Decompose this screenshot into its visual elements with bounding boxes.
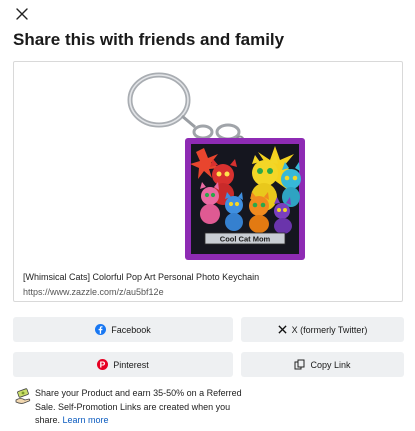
copy-link-icon <box>294 359 305 370</box>
svg-text:P: P <box>100 360 106 370</box>
product-image: Cool Cat Mom <box>127 72 305 260</box>
keychain-caption: Cool Cat Mom <box>220 235 271 244</box>
share-facebook-button[interactable]: Facebook <box>13 317 233 342</box>
x-icon <box>278 325 287 334</box>
dialog-title: Share this with friends and family <box>13 30 285 49</box>
x-label: X (formerly Twitter) <box>291 324 368 335</box>
promo-text: Share your Product and earn 35-50% on a … <box>35 387 245 428</box>
product-preview-card[interactable]: Cool Cat Mom [Whimsical Cats] Colorful P… <box>13 61 403 302</box>
share-x-button[interactable]: X (formerly Twitter) <box>241 317 404 342</box>
close-icon <box>16 8 28 20</box>
copy-link-button[interactable]: Copy Link <box>241 352 404 377</box>
pinterest-icon: P <box>97 359 109 370</box>
facebook-icon <box>95 324 107 335</box>
share-pinterest-button[interactable]: P Pinterest <box>13 352 233 377</box>
learn-more-link[interactable]: Learn more <box>63 415 109 425</box>
money-hand-icon <box>15 388 31 404</box>
copy-link-label: Copy Link <box>310 359 351 370</box>
product-url: https://www.zazzle.com/z/au5bf12e <box>23 287 164 297</box>
product-name: [Whimsical Cats] Colorful Pop Art Person… <box>23 272 260 282</box>
pinterest-label: Pinterest <box>113 359 149 370</box>
close-button[interactable] <box>12 4 32 24</box>
facebook-label: Facebook <box>111 324 151 335</box>
